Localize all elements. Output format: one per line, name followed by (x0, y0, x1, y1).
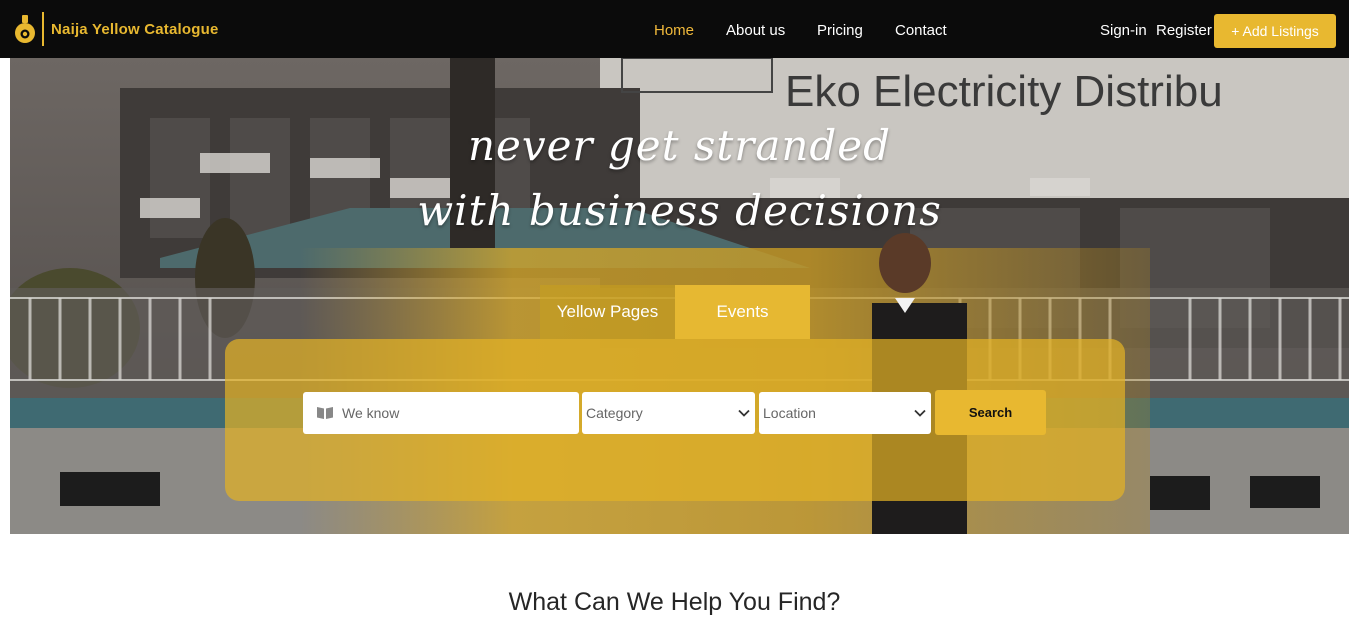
tab-yellow-pages[interactable]: Yellow Pages (540, 285, 675, 339)
search-button[interactable]: Search (935, 390, 1046, 435)
chevron-down-icon (738, 409, 750, 417)
brand-divider (42, 12, 44, 46)
navbar: Naija Yellow Catalogue Home About us Pri… (0, 0, 1349, 58)
hero-banner: Eko Electricity Distribu never get stran… (10, 58, 1349, 534)
section-title: What Can We Help You Find? (508, 588, 841, 616)
brand[interactable]: Naija Yellow Catalogue (13, 11, 219, 47)
nav-about-link[interactable]: About us (726, 22, 785, 40)
location-select[interactable]: Location (759, 392, 931, 434)
keyword-search-field[interactable] (303, 392, 579, 434)
tab-events[interactable]: Events (675, 285, 810, 339)
category-select[interactable]: Category (582, 392, 755, 434)
chevron-down-icon (914, 409, 926, 417)
signin-link[interactable]: Sign-in (1100, 22, 1147, 40)
register-link[interactable]: Register (1156, 22, 1212, 40)
location-select-value: Location (763, 405, 816, 421)
nav-pricing-link[interactable]: Pricing (817, 22, 863, 40)
hero-headline-line2: with business decisions (417, 186, 942, 235)
nav-contact-link[interactable]: Contact (895, 22, 947, 40)
nav-home-link[interactable]: Home (654, 22, 694, 40)
bulb-logo-icon (15, 15, 35, 43)
svg-text:Eko Electricity Distribu: Eko Electricity Distribu (785, 67, 1223, 116)
category-select-value: Category (586, 405, 643, 421)
book-icon (317, 407, 333, 419)
keyword-search-input[interactable] (340, 404, 564, 422)
hero-headline-line1: never get stranded (467, 121, 892, 170)
brand-name: Naija Yellow Catalogue (51, 20, 219, 38)
add-listings-button[interactable]: + Add Listings (1214, 14, 1336, 48)
